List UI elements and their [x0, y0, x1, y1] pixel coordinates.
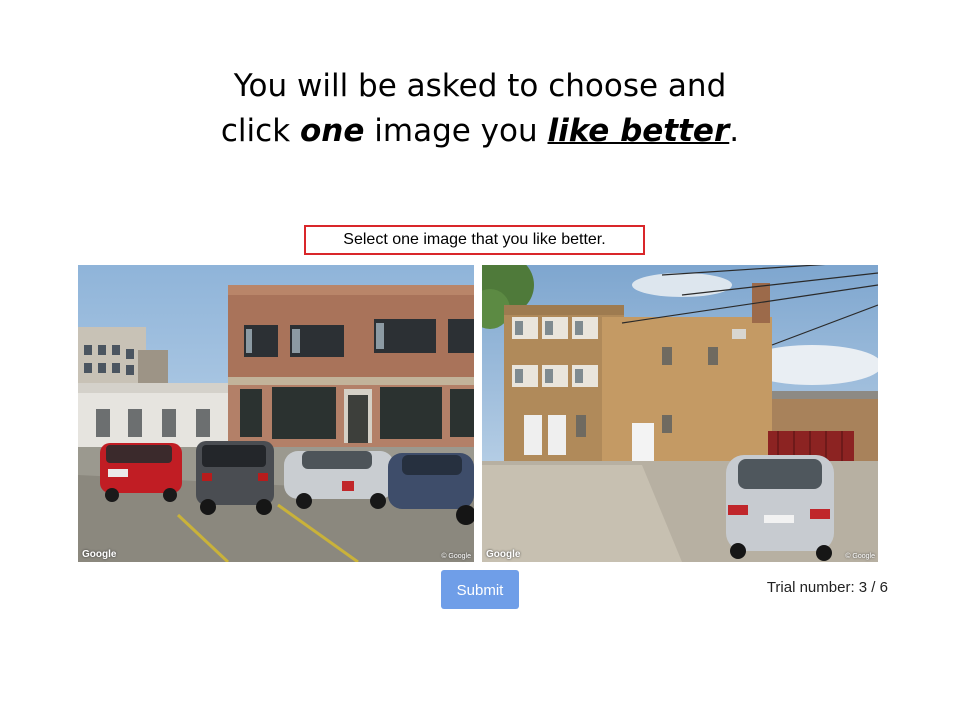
emphasis-like-better: like better [547, 113, 730, 149]
copyright-notice: © Google [441, 553, 471, 560]
trial-separator: / [867, 579, 880, 596]
trial-total: 6 [879, 579, 888, 596]
instructions-line-2: click one image you like better. [0, 109, 960, 154]
submit-button[interactable]: Submit [441, 570, 519, 609]
instructions-heading: You will be asked to choose and click on… [0, 64, 960, 154]
instructions-text: image you [364, 113, 548, 149]
instructions-line-1: You will be asked to choose and [233, 68, 727, 104]
street-view-image-left [78, 265, 474, 562]
copyright-notice: © Google [845, 553, 875, 560]
selection-prompt: Select one image that you like better. [304, 225, 645, 255]
trial-current: 3 [858, 579, 868, 596]
google-watermark: Google [486, 549, 521, 560]
image-option-left[interactable]: Google © Google [78, 265, 474, 562]
google-watermark: Google [82, 549, 117, 560]
image-option-right[interactable]: Google © Google [482, 265, 878, 562]
trial-label: Trial number: [766, 579, 855, 596]
instructions-text: click [220, 113, 300, 149]
instructions-period: . [729, 113, 740, 149]
emphasis-one: one [300, 113, 365, 149]
street-view-image-right [482, 265, 878, 562]
trial-counter: Trial number: 3 / 6 [767, 579, 888, 596]
